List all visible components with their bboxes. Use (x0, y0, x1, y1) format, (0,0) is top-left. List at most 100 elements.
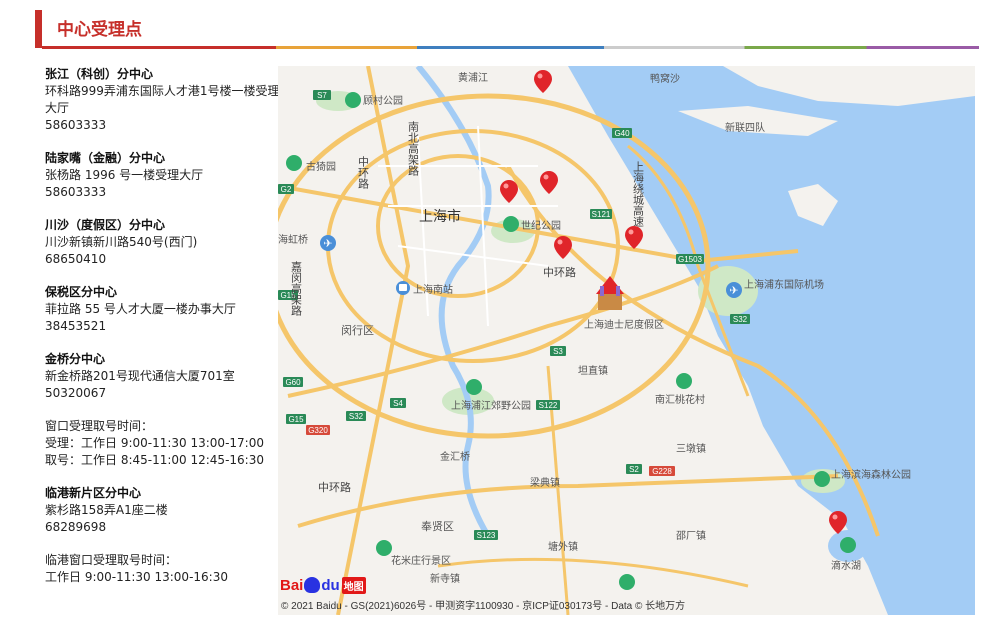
center-name: 保税区分中心 (45, 285, 118, 299)
map-label: 南汇桃花村 (655, 393, 705, 406)
highway-badge: G15 (288, 415, 304, 424)
section-header: 中心受理点 (35, 10, 979, 50)
lingang-hours: 工作日 9:00-11:30 13:00-16:30 (45, 570, 228, 584)
center-item-baoshui: 保税区分中心 菲拉路 55 号人才大厦一楼办事大厅 38453521 (45, 284, 280, 335)
hours-ticket: 取号：工作日 8:45-11:00 12:45-16:30 (45, 453, 264, 467)
map-label: 三墩镇 (676, 442, 706, 455)
park-pin-icon[interactable] (345, 92, 361, 108)
center-address: 菲拉路 55 号人才大厦一楼办事大厅 (45, 302, 236, 316)
highway-badge: G60 (285, 378, 301, 387)
highway-badge: G228 (652, 467, 672, 476)
map-label: 顾村公园 (363, 94, 403, 107)
baidu-paw-icon (304, 577, 321, 593)
center-address: 环科路999弄浦东国际人才港1号楼一楼受理大厅 (45, 84, 280, 115)
center-phone: 50320067 (45, 386, 107, 400)
map-label: 花米庄行景区 (391, 554, 451, 567)
lingang-hours-title: 临港窗口受理取号时间： (45, 553, 178, 567)
park-pin-icon[interactable] (676, 373, 692, 389)
highway-badge: S7 (317, 91, 327, 100)
highway-badge: S121 (592, 210, 611, 219)
center-name: 陆家嘴（金融）分中心 (45, 151, 166, 165)
airport-icon[interactable]: ✈ (726, 282, 742, 298)
center-item-jinqiao: 金桥分中心 新金桥路201号现代通信大厦701室 50320067 (45, 351, 280, 402)
highway-badge: S123 (477, 531, 496, 540)
train-station-icon[interactable] (396, 281, 410, 295)
map-label: 滴水湖 (831, 559, 861, 572)
highway-badge: S122 (539, 401, 558, 410)
highway-badge: S32 (349, 412, 364, 421)
map-copyright: © 2021 Baidu - GS(2021)6026号 - 甲测资字11009… (281, 601, 686, 612)
map-label: 中环路 (318, 481, 351, 494)
header-accent-bar (35, 10, 42, 48)
map-label: 邵厂镇 (676, 529, 706, 542)
baidu-logo[interactable]: Bai du 地图 (280, 575, 366, 595)
map-label: 黄浦江 (458, 71, 488, 84)
map-label: 上海浦东国际机场 (744, 278, 824, 291)
center-phone: 68289698 (45, 520, 107, 534)
center-phone: 38453521 (45, 319, 107, 333)
center-address: 新金桥路201号现代通信大厦701室 (45, 369, 235, 383)
highway-badge: S2 (629, 465, 639, 474)
center-address: 川沙新镇新川路540号(西门) (45, 235, 198, 249)
hours-note-title: 窗口受理取号时间： (45, 419, 154, 433)
center-name: 临港新片区分中心 (45, 486, 142, 500)
map-label: 中环路 (543, 266, 576, 279)
center-name: 川沙（度假区）分中心 (45, 218, 166, 232)
map-label: 金汇桥 (440, 450, 470, 463)
center-phone: 68650410 (45, 252, 107, 266)
map-label: 上海滨海森林公园 (831, 468, 911, 481)
center-phone: 58603333 (45, 185, 107, 199)
map-label: 上海浦江郊野公园 (451, 399, 531, 412)
map-label: 闵行区 (341, 323, 374, 337)
svg-text:✈: ✈ (323, 237, 332, 250)
center-item-chuansha: 川沙（度假区）分中心 川沙新镇新川路540号(西门) 68650410 (45, 217, 280, 268)
map-label: 坦直镇 (578, 364, 608, 377)
map-canvas[interactable]: ✈ ✈ S7 G40 G2 S121 G1503 S32 G15 S3 S4 G… (278, 66, 975, 615)
airport-icon[interactable]: ✈ (320, 235, 336, 251)
map-label: 上海市 (419, 208, 461, 225)
map-label: 新寺镇 (430, 572, 460, 585)
center-item-lujiazui: 陆家嘴（金融）分中心 张杨路 1996 号一楼受理大厅 58603333 (45, 150, 280, 201)
map-label: 新联四队 (725, 121, 765, 134)
map-label: 上海南站 (413, 283, 453, 296)
center-address: 紫杉路158弄A1座二楼 (45, 503, 168, 517)
park-pin-icon[interactable] (840, 537, 856, 553)
map-label: 上海绕城高速 (632, 161, 645, 227)
baidu-logo-bai: Bai (280, 576, 304, 594)
baidu-map[interactable]: ✈ ✈ S7 G40 G2 S121 G1503 S32 G15 S3 S4 G… (278, 66, 975, 615)
park-pin-icon[interactable] (619, 574, 635, 590)
center-address: 张杨路 1996 号一楼受理大厅 (45, 168, 204, 182)
park-pin-icon[interactable] (376, 540, 392, 556)
hours-accept: 受理：工作日 9:00-11:30 13:00-17:00 (45, 436, 264, 450)
baidu-logo-map-tag: 地图 (341, 576, 366, 594)
highway-badge: G40 (614, 129, 630, 138)
highway-badge: S32 (733, 315, 748, 324)
map-label: 世纪公园 (521, 220, 561, 232)
map-label: 南北高架路 (407, 121, 420, 177)
center-list: 张江（科创）分中心 环科路999弄浦东国际人才港1号楼一楼受理大厅 586033… (45, 66, 280, 602)
map-label: 嘉闵高架路 (290, 260, 303, 317)
map-label: 中环路 (357, 156, 370, 190)
highway-badge: S4 (393, 399, 403, 408)
center-phone: 58603333 (45, 118, 107, 132)
map-label: 梁典镇 (530, 476, 560, 489)
highway-badge: G1503 (678, 255, 703, 264)
map-label: 塘外镇 (548, 540, 578, 553)
hours-note: 窗口受理取号时间： 受理：工作日 9:00-11:30 13:00-17:00 … (45, 418, 280, 469)
map-label: 鸭窝沙 (650, 72, 680, 85)
svg-text:✈: ✈ (729, 284, 738, 297)
highway-badge: S3 (553, 347, 563, 356)
page-title: 中心受理点 (57, 20, 142, 40)
map-label: 海虹桥 (278, 233, 308, 246)
map-label: 古猗园 (306, 160, 336, 173)
map-label: 奉贤区 (421, 519, 454, 533)
center-name: 张江（科创）分中心 (45, 67, 154, 81)
park-pin-icon[interactable] (286, 155, 302, 171)
park-pin-icon[interactable] (503, 216, 519, 232)
park-pin-icon[interactable] (814, 471, 830, 487)
center-name: 金桥分中心 (45, 352, 106, 366)
park-pin-icon[interactable] (466, 379, 482, 395)
map-label: 上海迪士尼度假区 (584, 318, 664, 331)
highway-badge: G320 (308, 426, 328, 435)
baidu-logo-du: du (321, 576, 340, 594)
